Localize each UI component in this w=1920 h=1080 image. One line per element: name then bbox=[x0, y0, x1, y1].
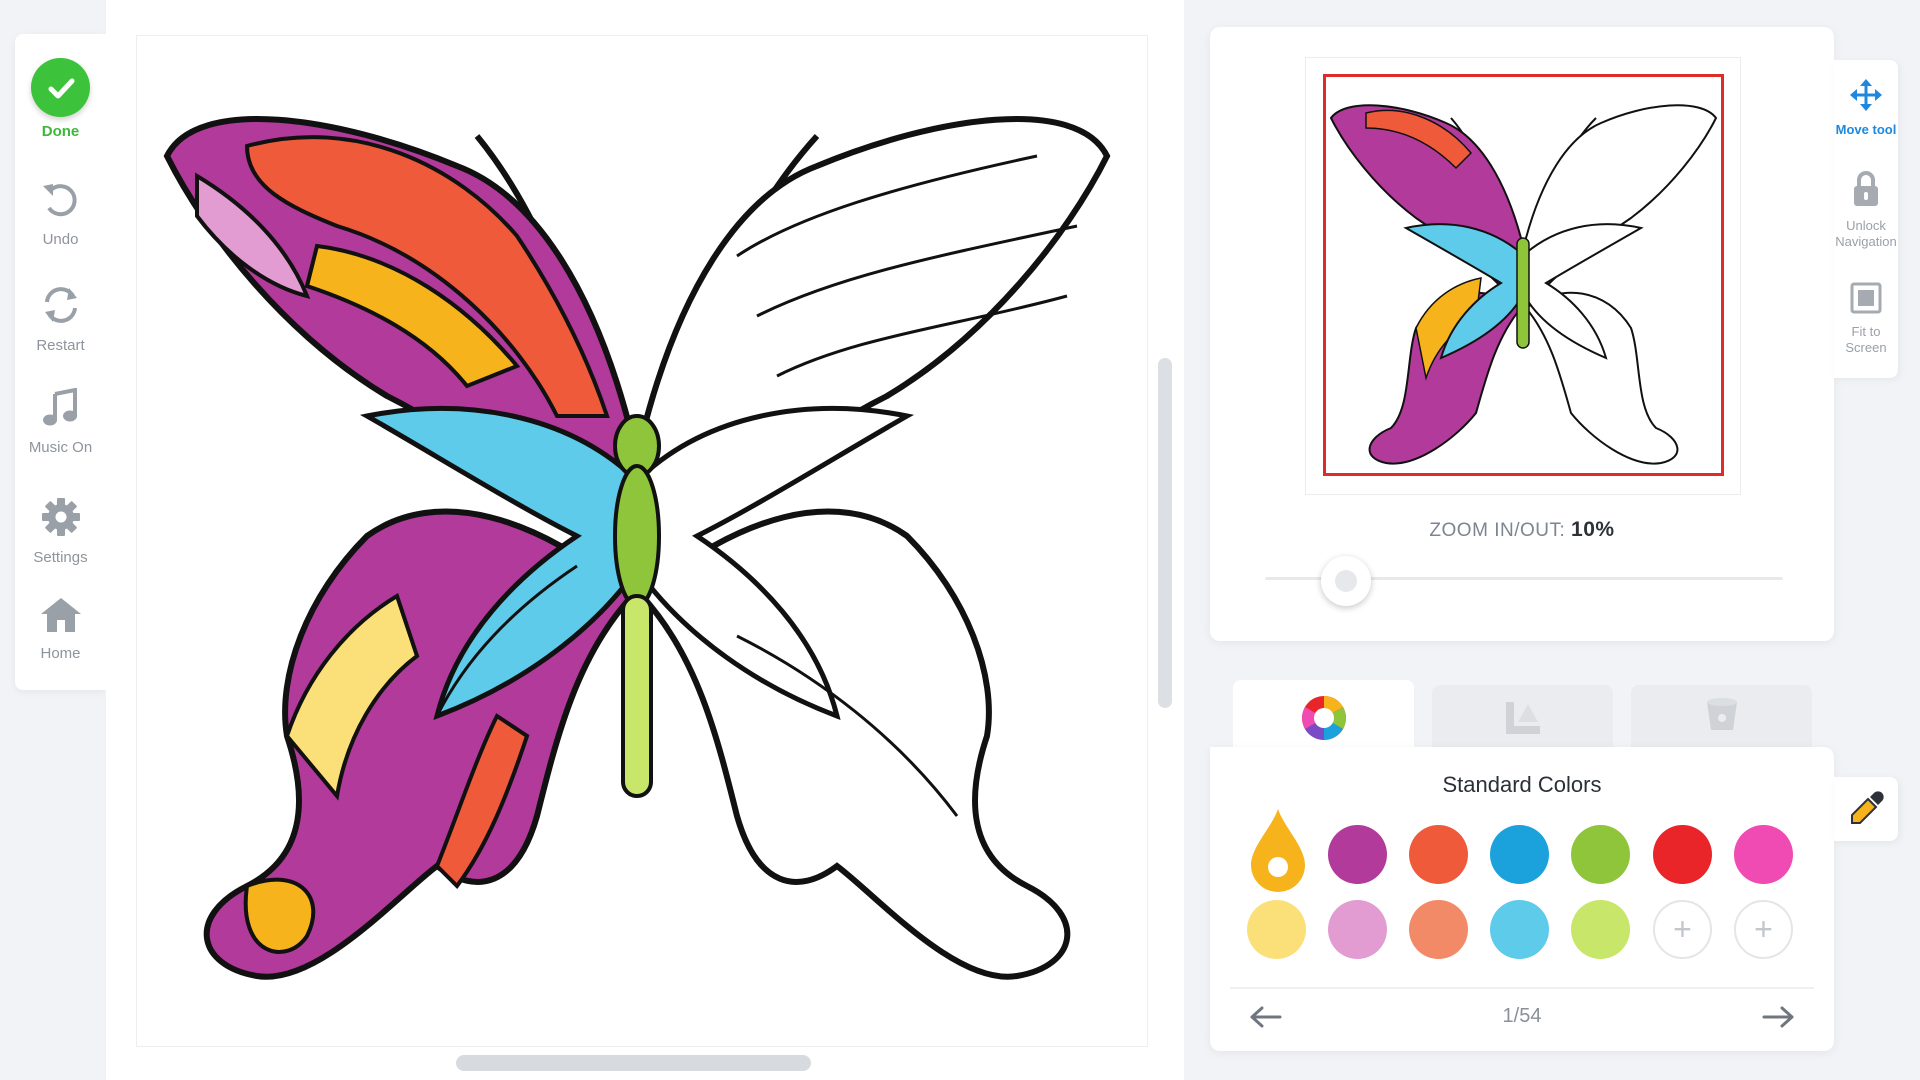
swatch-light-blue[interactable] bbox=[1490, 900, 1549, 959]
restart-label: Restart bbox=[36, 337, 85, 354]
left-toolbar: Done Undo Restart Music On Settings Home bbox=[15, 34, 106, 690]
swatch-salmon[interactable] bbox=[1409, 900, 1468, 959]
undo-label: Undo bbox=[42, 231, 79, 248]
gear-icon bbox=[40, 496, 82, 543]
viewport-frame[interactable] bbox=[1323, 74, 1724, 476]
swatch-light-yellow[interactable] bbox=[1247, 900, 1306, 959]
palette-title: Standard Colors bbox=[1442, 772, 1602, 797]
zoom-label: ZOOM IN/OUT: bbox=[1429, 520, 1566, 541]
navigation-tools: Move tool Unlock Navigation Fit to Scree… bbox=[1834, 60, 1898, 378]
checkmark-icon bbox=[31, 58, 90, 117]
unlock-navigation-button[interactable]: Unlock Navigation bbox=[1834, 170, 1898, 250]
zoom-slider-knob[interactable] bbox=[1321, 556, 1371, 606]
settings-button[interactable]: Settings bbox=[15, 496, 106, 566]
navigator-thumbnail[interactable] bbox=[1305, 57, 1741, 495]
vertical-scrollbar[interactable] bbox=[1158, 358, 1172, 708]
eyedropper-button[interactable] bbox=[1834, 777, 1898, 841]
music-note-icon bbox=[39, 387, 83, 433]
fit-to-screen-label: Fit to Screen bbox=[1845, 324, 1887, 355]
zoom-value: 10% bbox=[1571, 518, 1615, 541]
tab-textures[interactable] bbox=[1631, 685, 1812, 753]
music-label: Music On bbox=[28, 439, 93, 456]
coloring-canvas[interactable] bbox=[136, 35, 1148, 1047]
swatch-green[interactable] bbox=[1571, 825, 1630, 884]
unlock-navigation-label: Unlock Navigation bbox=[1835, 218, 1897, 249]
swatch-red[interactable] bbox=[1653, 825, 1712, 884]
home-button[interactable]: Home bbox=[15, 596, 106, 662]
add-color-button[interactable]: + bbox=[1653, 900, 1712, 959]
restart-icon bbox=[39, 284, 83, 331]
home-icon bbox=[39, 596, 83, 639]
move-tool-button[interactable]: Move tool bbox=[1834, 78, 1898, 138]
tab-gradients[interactable] bbox=[1432, 685, 1613, 753]
coloring-canvas-area bbox=[106, 0, 1184, 1080]
swatch-blue[interactable] bbox=[1490, 825, 1549, 884]
done-label: Done bbox=[41, 123, 80, 140]
undo-icon bbox=[39, 180, 83, 225]
page-indicator: 1/54 bbox=[1502, 1005, 1542, 1027]
color-wheel-icon bbox=[1299, 693, 1349, 748]
navigator-panel: ZOOM IN/OUT: 10% bbox=[1210, 27, 1834, 641]
swatch-orange-red[interactable] bbox=[1409, 825, 1468, 884]
divider bbox=[1230, 987, 1814, 989]
settings-label: Settings bbox=[33, 549, 88, 566]
next-page-button[interactable] bbox=[1758, 999, 1798, 1035]
swatch-light-purple[interactable] bbox=[1328, 900, 1387, 959]
home-label: Home bbox=[40, 645, 81, 662]
lock-icon bbox=[1851, 170, 1881, 213]
restart-button[interactable]: Restart bbox=[15, 284, 106, 354]
swatch-purple[interactable] bbox=[1328, 825, 1387, 884]
fit-to-screen-button[interactable]: Fit to Screen bbox=[1834, 282, 1898, 356]
selected-drop-icon bbox=[1251, 809, 1305, 892]
eyedropper-icon bbox=[1851, 791, 1884, 824]
butterfly-artwork[interactable] bbox=[137, 36, 1147, 1046]
arrow-right-icon bbox=[1762, 1006, 1794, 1028]
plus-icon: + bbox=[1673, 911, 1692, 947]
done-button[interactable]: Done bbox=[15, 58, 106, 140]
undo-button[interactable]: Undo bbox=[15, 180, 106, 248]
swatch-pink[interactable] bbox=[1734, 825, 1793, 884]
swatch-lime[interactable] bbox=[1571, 900, 1630, 959]
gradient-tool-icon bbox=[1500, 694, 1546, 745]
plus-icon: + bbox=[1754, 911, 1773, 947]
move-arrows-icon bbox=[1849, 78, 1883, 117]
fit-screen-icon bbox=[1850, 282, 1882, 319]
add-color-button[interactable]: + bbox=[1734, 900, 1793, 959]
music-button[interactable]: Music On bbox=[15, 387, 106, 456]
zoom-readout: ZOOM IN/OUT: 10% bbox=[1210, 518, 1834, 542]
paint-bucket-icon bbox=[1699, 694, 1745, 745]
swatch-yellow-selected[interactable] bbox=[1247, 807, 1309, 895]
colors-panel: Standard Colors + + 1/54 bbox=[1210, 747, 1834, 1051]
horizontal-scrollbar[interactable] bbox=[456, 1055, 811, 1071]
move-tool-label: Move tool bbox=[1835, 122, 1897, 137]
